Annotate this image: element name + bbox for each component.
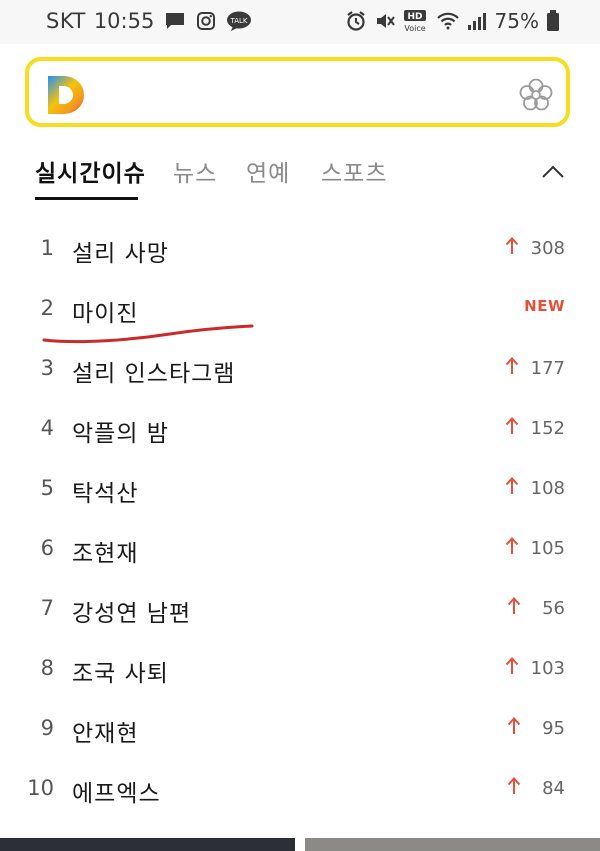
arrow-up-icon — [505, 357, 519, 380]
rank-row[interactable]: 3 설리 인스타그램 177 — [0, 340, 600, 400]
hd-label: HD — [407, 12, 422, 22]
rank-row[interactable]: 10 에프엑스 84 — [0, 760, 600, 820]
arrow-up-icon — [505, 477, 519, 500]
rank-row[interactable]: 5 탁석산 108 — [0, 460, 600, 520]
chevron-up-icon[interactable] — [541, 164, 565, 184]
rank-change-value: 177 — [530, 358, 565, 379]
rank-change: 152 — [505, 417, 565, 440]
carrier-label: SKT — [46, 9, 86, 33]
thumbnail-right[interactable] — [305, 838, 600, 851]
rank-number: 4 — [40, 416, 54, 440]
rank-row[interactable]: 6 조현재 105 — [0, 520, 600, 580]
annotation-underline — [42, 324, 254, 344]
mute-icon — [374, 10, 396, 32]
arrow-up-icon — [507, 717, 521, 740]
rank-keyword[interactable]: 에프엑스 — [72, 774, 161, 808]
rank-keyword[interactable]: 조국 사퇴 — [72, 654, 169, 688]
tab-news[interactable]: 뉴스 — [173, 154, 217, 188]
rank-change-value: 308 — [530, 238, 565, 259]
rank-change: 103 — [505, 657, 565, 680]
rank-row[interactable]: 1 설리 사망 308 — [0, 220, 600, 280]
signal-icon — [467, 11, 487, 31]
rank-change-value: 108 — [530, 478, 565, 499]
alarm-icon — [345, 10, 367, 32]
active-tab-indicator — [35, 197, 138, 200]
daum-logo[interactable] — [45, 74, 87, 120]
rank-change: 308 — [505, 237, 565, 260]
rank-number: 1 — [40, 236, 54, 260]
voice-label: Voice — [404, 24, 425, 33]
rank-keyword[interactable]: 설리 인스타그램 — [72, 354, 235, 388]
status-bar: SKT 10:55 TALK HD Voice 75% — [0, 0, 600, 44]
rank-change: 177 — [505, 357, 565, 380]
instagram-icon — [196, 11, 216, 31]
rank-change: 95 — [507, 717, 565, 740]
arrow-up-icon — [505, 417, 519, 440]
arrow-up-icon — [505, 237, 519, 260]
rank-number: 8 — [40, 656, 54, 680]
rank-change: 56 — [507, 597, 565, 620]
battery-percent: 75% — [494, 9, 539, 33]
tab-sports[interactable]: 스포츠 — [321, 154, 387, 188]
category-tabs: 실시간이슈 뉴스 연예 스포츠 — [35, 150, 580, 202]
rank-keyword[interactable]: 안재현 — [72, 714, 138, 748]
rank-number: 3 — [40, 356, 54, 380]
search-bar[interactable] — [25, 57, 570, 127]
rank-change: 108 — [505, 477, 565, 500]
battery-icon — [546, 10, 560, 32]
arrow-up-icon — [505, 537, 519, 560]
rank-keyword[interactable]: 강성연 남편 — [72, 594, 191, 628]
rank-change: 84 — [507, 777, 565, 800]
new-badge: NEW — [524, 297, 565, 315]
arrow-up-icon — [507, 777, 521, 800]
arrow-up-icon — [505, 657, 519, 680]
rank-keyword[interactable]: 설리 사망 — [72, 234, 169, 268]
rank-change-value: 105 — [530, 538, 565, 559]
rank-row[interactable]: 4 악플의 밤 152 — [0, 400, 600, 460]
rank-change-value: 103 — [530, 658, 565, 679]
rank-change-value: 56 — [542, 598, 565, 619]
thumbnail-left[interactable] — [0, 838, 295, 851]
kakaotalk-label: TALK — [230, 17, 248, 25]
tab-realtime-issue[interactable]: 실시간이슈 — [35, 154, 146, 188]
message-icon — [164, 11, 186, 31]
rank-change-value: 95 — [542, 718, 565, 739]
rank-keyword[interactable]: 조현재 — [72, 534, 138, 568]
rank-change-value: 152 — [530, 418, 565, 439]
rank-number: 9 — [40, 716, 54, 740]
rank-number: 5 — [40, 476, 54, 500]
rank-row[interactable]: 7 강성연 남편 56 — [0, 580, 600, 640]
rank-keyword[interactable]: 탁석산 — [72, 474, 138, 508]
rank-row[interactable]: 8 조국 사퇴 103 — [0, 640, 600, 700]
rank-number: 6 — [40, 536, 54, 560]
arrow-up-icon — [507, 597, 521, 620]
clock: 10:55 — [93, 9, 155, 33]
rank-number: 7 — [40, 596, 54, 620]
hd-voice-icon: HD Voice — [403, 9, 429, 33]
rank-row[interactable]: 9 안재현 95 — [0, 700, 600, 760]
wifi-icon — [436, 11, 460, 31]
flower-icon[interactable] — [518, 77, 554, 117]
rank-keyword[interactable]: 악플의 밤 — [72, 414, 169, 448]
tab-entertainment[interactable]: 연예 — [246, 154, 290, 188]
kakaotalk-icon: TALK — [226, 11, 252, 31]
bottom-thumbnails — [0, 838, 600, 851]
rank-change: NEW — [524, 297, 565, 315]
rank-number: 10 — [27, 776, 54, 800]
rank-change: 105 — [505, 537, 565, 560]
rank-change-value: 84 — [542, 778, 565, 799]
rank-number: 2 — [40, 296, 54, 320]
